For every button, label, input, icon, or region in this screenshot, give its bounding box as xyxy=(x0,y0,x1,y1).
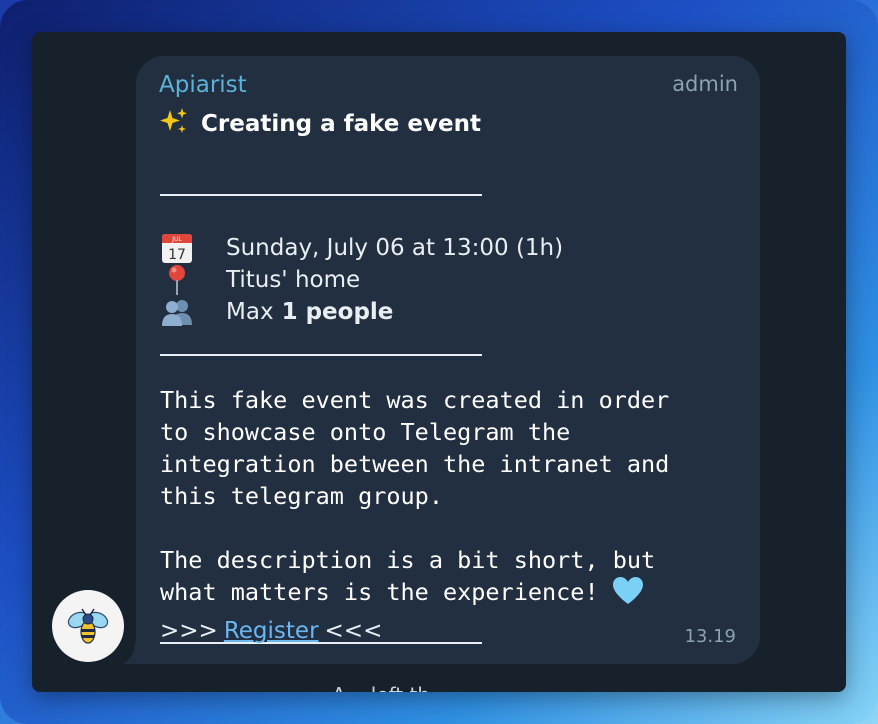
event-date: Sunday, July 06 at 13:00 (1h) xyxy=(226,235,564,261)
message-bubble[interactable]: Apiarist admin Creating a fake event JUL… xyxy=(136,56,760,664)
message-time: 13.19 xyxy=(684,626,736,647)
background-frame: A... left th... Apiarist admin Creating … xyxy=(0,0,878,724)
description-paragraph-2: The description is a bit short, but what… xyxy=(160,544,750,613)
svg-text:17: 17 xyxy=(168,247,186,263)
blue-heart-icon xyxy=(612,577,643,613)
capacity-value: 1 people xyxy=(281,299,394,325)
chat-window: A... left th... Apiarist admin Creating … xyxy=(32,32,846,692)
bubble-tail xyxy=(122,638,146,664)
event-date-row: JUL 17 Sunday, July 06 at 13:00 (1h) xyxy=(160,232,563,264)
description-paragraph-1: This fake event was created in order to … xyxy=(160,386,670,510)
event-capacity-row: Max 1 people xyxy=(160,296,393,328)
calendar-icon: JUL 17 xyxy=(160,232,226,264)
event-location: Titus' home xyxy=(226,267,361,293)
register-link[interactable]: Register xyxy=(224,618,319,644)
sparkles-icon xyxy=(159,106,189,142)
sender-name[interactable]: Apiarist xyxy=(159,72,247,98)
event-title-row: Creating a fake event xyxy=(159,106,481,142)
divider-top xyxy=(160,194,482,196)
event-title: Creating a fake event xyxy=(201,111,481,137)
bee-icon xyxy=(67,608,109,644)
bee-avatar[interactable] xyxy=(52,590,124,662)
sender-role: admin xyxy=(672,72,738,96)
event-location-row: Titus' home xyxy=(160,264,360,296)
register-suffix: <<< xyxy=(324,618,383,644)
register-prefix: >>> xyxy=(160,618,218,644)
pin-icon xyxy=(160,264,226,296)
people-icon xyxy=(160,296,226,328)
divider-middle xyxy=(160,354,482,356)
description-text-2: The description is a bit short, but what… xyxy=(160,546,656,606)
svg-text:JUL: JUL xyxy=(171,236,182,243)
register-row: >>> Register <<< xyxy=(160,618,382,644)
capacity-prefix: Max xyxy=(226,299,274,325)
next-message-peek: A... left th... xyxy=(332,682,532,692)
